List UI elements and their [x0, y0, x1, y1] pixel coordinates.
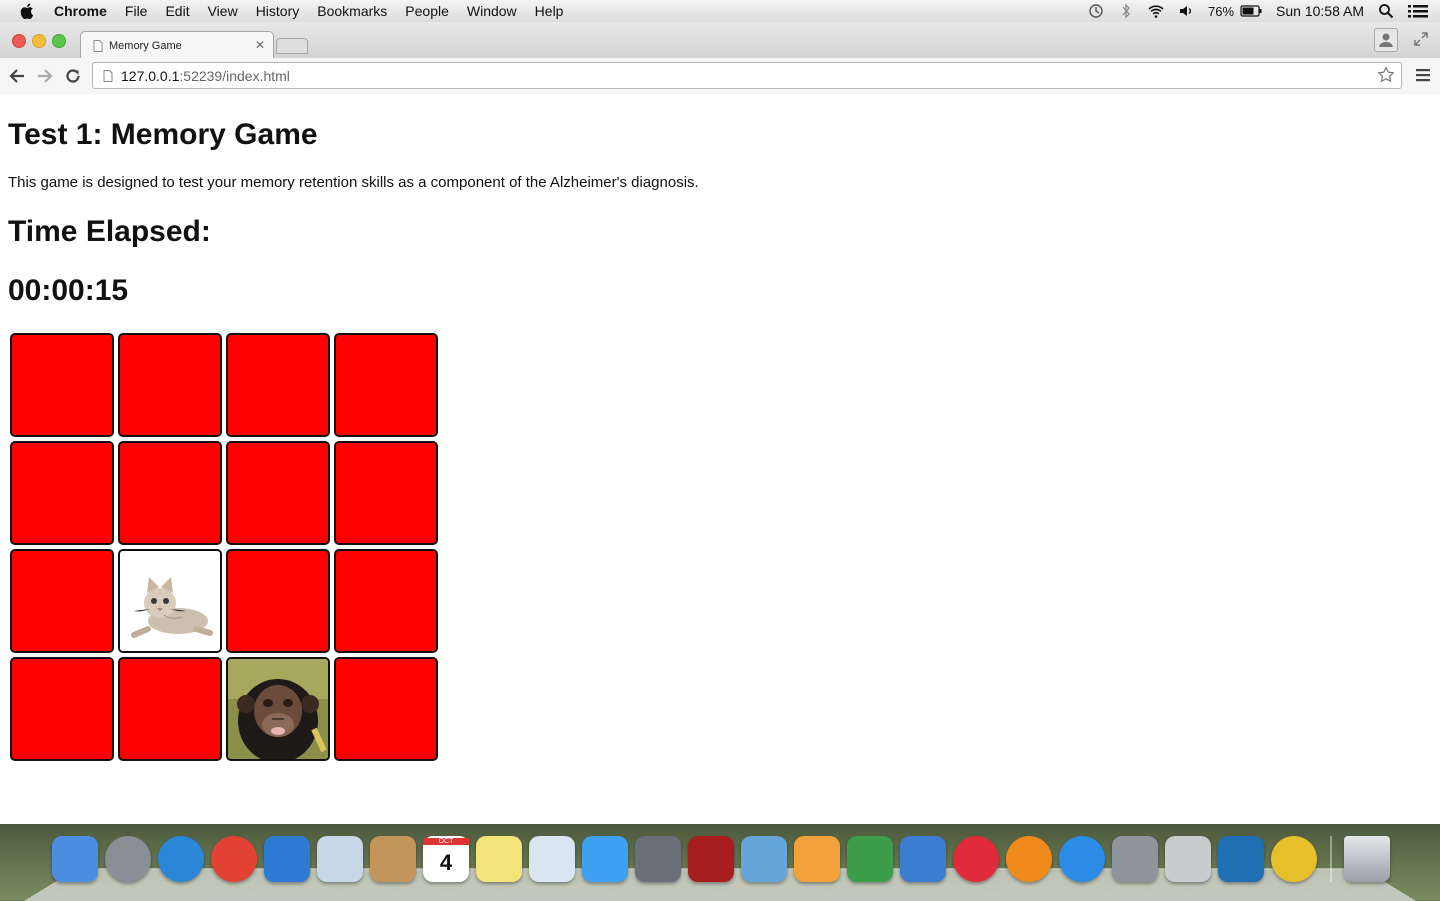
keynote-icon[interactable]: [900, 836, 946, 882]
card-r1c3[interactable]: [226, 333, 330, 437]
menu-bookmarks[interactable]: Bookmarks: [317, 3, 387, 19]
kitten-image: [120, 551, 220, 651]
page-title: Test 1: Memory Game: [8, 118, 318, 151]
url-host: 127.0.0.1: [121, 67, 180, 84]
profile-button[interactable]: [1374, 28, 1398, 52]
forward-icon[interactable]: [36, 67, 54, 85]
notes-icon[interactable]: [476, 836, 522, 882]
card-grid: [10, 333, 438, 761]
apple-icon[interactable]: [20, 3, 36, 19]
card-r3c1[interactable]: [10, 549, 114, 653]
dock-icons: OCT 4: [52, 836, 1397, 882]
calculator-icon[interactable]: [1165, 836, 1211, 882]
url-path: :52239/index.html: [179, 67, 290, 84]
chrome-menu-icon[interactable]: [1416, 68, 1430, 82]
system-preferences-icon[interactable]: [1112, 836, 1158, 882]
page-icon: [93, 39, 103, 52]
calendar-month: OCT: [423, 838, 469, 845]
ibooks-icon[interactable]: [1006, 836, 1052, 882]
finder-icon[interactable]: [52, 836, 98, 882]
window-zoom-button[interactable]: [52, 34, 66, 48]
person-icon: [1379, 33, 1393, 47]
tab-close-icon[interactable]: ✕: [255, 38, 265, 52]
menu-window[interactable]: Window: [467, 3, 517, 19]
new-tab-button[interactable]: [276, 38, 308, 54]
chimpanzee-image: [228, 659, 328, 759]
status-area: 76% Sun 10:58 AM: [1088, 0, 1440, 22]
time-machine-icon[interactable]: [1088, 3, 1104, 19]
card-faceup-kitten[interactable]: [118, 549, 222, 653]
contacts-icon[interactable]: [370, 836, 416, 882]
wifi-icon[interactable]: [1148, 3, 1164, 19]
volume-icon[interactable]: [1178, 3, 1194, 19]
bookmark-star-icon[interactable]: [1377, 66, 1395, 84]
menu-file[interactable]: File: [125, 3, 148, 19]
menu-app-name[interactable]: Chrome: [54, 3, 107, 19]
address-bar[interactable]: 127.0.0.1:52239/index.html: [92, 62, 1402, 89]
battery-icon[interactable]: [1240, 3, 1262, 19]
browser-toolbar: 127.0.0.1:52239/index.html: [0, 58, 1440, 95]
xcode-icon[interactable]: [264, 836, 310, 882]
menu-help[interactable]: Help: [535, 3, 564, 19]
card-r1c2[interactable]: [118, 333, 222, 437]
window-close-button[interactable]: [12, 34, 26, 48]
browser-window: Memory Game ✕ 127.0.0.1:52239/index.html…: [0, 22, 1440, 824]
fullscreen-icon[interactable]: [1414, 32, 1428, 46]
numbers-icon[interactable]: [847, 836, 893, 882]
card-r4c4[interactable]: [334, 657, 438, 761]
card-r2c2[interactable]: [118, 441, 222, 545]
photo-booth-icon[interactable]: [688, 836, 734, 882]
tab-strip: Memory Game ✕: [0, 22, 1440, 59]
launchpad-icon[interactable]: [105, 836, 151, 882]
calendar-icon[interactable]: OCT 4: [423, 836, 469, 882]
dock-separator: [1330, 836, 1332, 882]
trash-icon[interactable]: [1344, 836, 1390, 882]
battery-percent[interactable]: 76%: [1208, 4, 1234, 19]
preview-icon[interactable]: [529, 836, 575, 882]
chrome-icon[interactable]: [211, 836, 257, 882]
tab-memory-game[interactable]: Memory Game ✕: [80, 31, 274, 59]
pages-icon[interactable]: [794, 836, 840, 882]
card-r1c4[interactable]: [334, 333, 438, 437]
page-description: This game is designed to test your memor…: [8, 174, 699, 191]
back-icon[interactable]: [8, 67, 26, 85]
facetime-icon[interactable]: [635, 836, 681, 882]
menu-people[interactable]: People: [405, 3, 449, 19]
menu-view[interactable]: View: [208, 3, 238, 19]
card-r2c1[interactable]: [10, 441, 114, 545]
spotlight-icon[interactable]: [1378, 3, 1394, 19]
menu-clock[interactable]: Sun 10:58 AM: [1276, 3, 1364, 19]
notification-center-icon[interactable]: [1408, 3, 1428, 19]
window-minimize-button[interactable]: [32, 34, 46, 48]
card-r2c4[interactable]: [334, 441, 438, 545]
iphoto-icon[interactable]: [741, 836, 787, 882]
menu-edit[interactable]: Edit: [165, 3, 189, 19]
bluetooth-icon[interactable]: [1118, 3, 1134, 19]
safari-icon[interactable]: [158, 836, 204, 882]
calendar-day: 4: [439, 850, 453, 875]
card-r3c3[interactable]: [226, 549, 330, 653]
reload-icon[interactable]: [64, 67, 82, 85]
chrome-canary-icon[interactable]: [1271, 836, 1317, 882]
card-faceup-chimpanzee[interactable]: [226, 657, 330, 761]
mail-icon[interactable]: [317, 836, 363, 882]
app-store-icon[interactable]: [1059, 836, 1105, 882]
tab-title: Memory Game: [109, 39, 182, 52]
card-r4c2[interactable]: [118, 657, 222, 761]
page-content: Test 1: Memory Game This game is designe…: [0, 94, 1440, 824]
timer-value: 00:00:15: [8, 274, 129, 307]
itunes-icon[interactable]: [953, 836, 999, 882]
card-r1c1[interactable]: [10, 333, 114, 437]
time-elapsed-heading: Time Elapsed:: [8, 215, 211, 248]
brackets-icon[interactable]: [1218, 836, 1264, 882]
page-info-icon[interactable]: [103, 69, 113, 82]
card-r4c1[interactable]: [10, 657, 114, 761]
menu-bar: Chrome File Edit View History Bookmarks …: [0, 0, 1440, 23]
messages-icon[interactable]: [582, 836, 628, 882]
card-r3c4[interactable]: [334, 549, 438, 653]
menu-history[interactable]: History: [256, 3, 300, 19]
card-r2c3[interactable]: [226, 441, 330, 545]
